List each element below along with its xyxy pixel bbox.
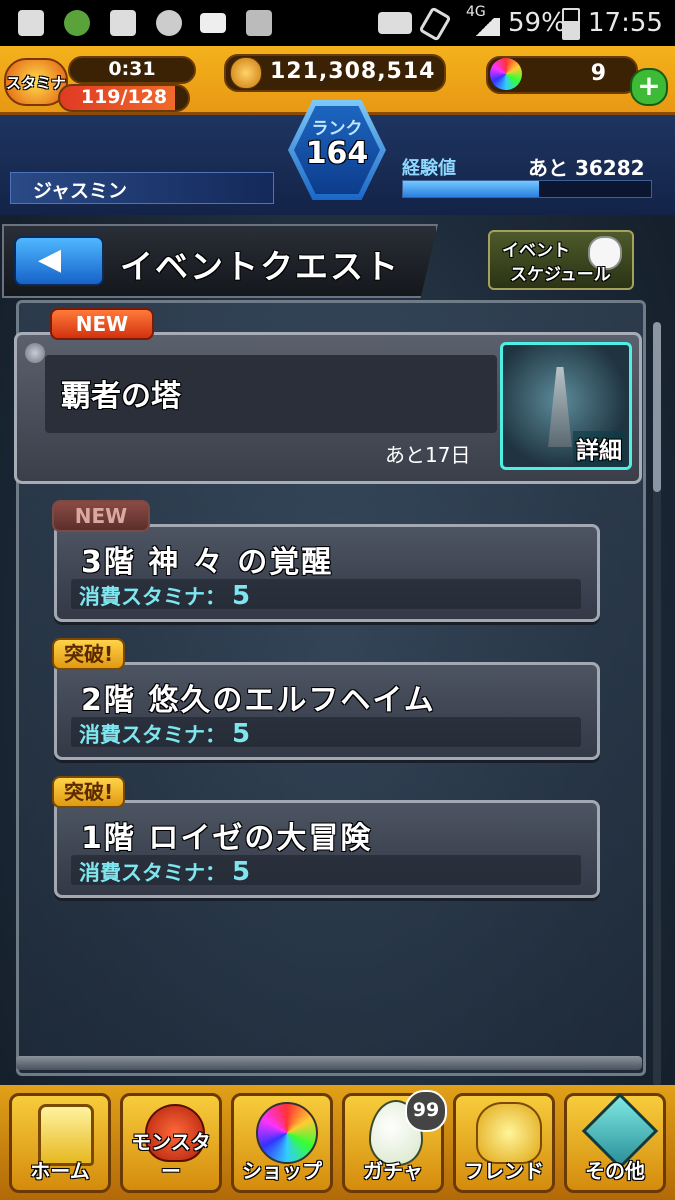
event-thumbnail[interactable]: 詳細: [500, 342, 632, 470]
clock: 17:55: [588, 8, 663, 38]
quest-title: 2階 悠久のエルフヘイム: [81, 683, 436, 718]
gallery-icon: [18, 10, 44, 36]
player-name: ジャスミン: [33, 180, 128, 202]
scrollbar[interactable]: [653, 322, 661, 1086]
back-arrow-icon: ◀: [38, 242, 62, 277]
coin-counter: 121,308,514: [224, 54, 446, 92]
quest-cost-label: 消費スタミナ：: [79, 861, 226, 885]
quest-cost-value: 5: [232, 857, 251, 887]
quest-badge-text: 突破!: [64, 642, 114, 666]
stamina-bar: 119/128: [58, 84, 190, 112]
stamina-value: 119/128: [80, 86, 168, 108]
news-icon: [110, 10, 136, 36]
status-bar: 4G 59% 17:55: [0, 0, 675, 46]
signal-icon: [470, 18, 500, 36]
panel-bottom-rail: [16, 1056, 642, 1070]
orb-count: 9: [590, 61, 606, 86]
gacha-count-badge: 99: [405, 1090, 447, 1132]
quest-title: 1階 ロイゼの大冒険: [81, 821, 373, 856]
quest-cost-label: 消費スタミナ：: [79, 723, 226, 747]
quest-cost-value: 5: [232, 719, 251, 749]
quest-badge-text: NEW: [74, 504, 128, 528]
orb-icon: [490, 58, 522, 90]
mail-icon: [200, 13, 226, 33]
nav-label: モンスター: [131, 1130, 211, 1183]
shield-app-icon: [64, 10, 90, 36]
quest-card[interactable]: 1階 ロイゼの大冒険 消費スタミナ： 5: [54, 800, 600, 898]
nav-label: ガチャ: [363, 1159, 423, 1183]
nav-egg-button[interactable]: ガチャ 99: [342, 1090, 447, 1193]
coin-icon: [230, 57, 262, 89]
quest-new-badge: NEW: [52, 500, 150, 532]
coin-value: 121,308,514: [270, 59, 436, 84]
rotate-icon: [418, 6, 452, 42]
quest-cost: 消費スタミナ： 5: [79, 581, 250, 611]
nav-label: ホーム: [30, 1159, 90, 1183]
add-orb-button[interactable]: +: [630, 68, 668, 106]
nav-friends-button[interactable]: フレンド: [453, 1093, 555, 1193]
event-name: 覇者の塔: [61, 379, 181, 414]
nav-monster-button[interactable]: モンスター: [120, 1093, 222, 1193]
nav-home-button[interactable]: ホーム: [9, 1093, 111, 1193]
event-new-badge-text: NEW: [75, 312, 129, 336]
exp-bar-fill: [403, 181, 540, 197]
rank-value: 164: [305, 136, 369, 171]
detail-label[interactable]: 詳細: [573, 431, 625, 465]
schedule-label-line1: イベント: [502, 241, 570, 261]
exp-remaining: あと 36282: [528, 156, 645, 180]
quest-card[interactable]: 2階 悠久のエルフヘイム 消費スタミナ： 5: [54, 662, 600, 760]
scrollbar-thumb[interactable]: [653, 322, 661, 492]
quest-title: 3階 神 々 の覚醒: [81, 545, 334, 580]
stamina-label: スタミナ: [6, 74, 67, 92]
event-new-badge: NEW: [50, 308, 154, 340]
event-schedule-button[interactable]: イベント スケジュール: [488, 230, 634, 290]
nav-other-button[interactable]: その他: [564, 1092, 666, 1193]
quest-cost: 消費スタミナ： 5: [79, 857, 250, 887]
exp-bar: [402, 180, 652, 198]
page-title: イベントクエスト: [120, 247, 400, 286]
exp-label: 経験値: [402, 158, 456, 179]
nav-orb-button[interactable]: ショップ: [231, 1093, 333, 1193]
battery-icon: [562, 8, 580, 40]
back-button[interactable]: ◀: [14, 236, 104, 286]
battery-percent: 59%: [508, 8, 566, 38]
nav-label: その他: [585, 1159, 645, 1183]
stamina-timer: 0:31: [108, 58, 156, 80]
tower-image-icon: [548, 367, 572, 447]
event-card-rivet: [25, 343, 45, 363]
quest-cost: 消費スタミナ： 5: [79, 719, 250, 749]
event-remaining: あと17日: [385, 443, 471, 467]
download-icon: [246, 10, 272, 36]
quest-cost-value: 5: [232, 581, 251, 611]
stamina-timer-pill: 0:31: [68, 56, 196, 84]
quest-badge-text: 突破!: [64, 780, 114, 804]
nav-label: ショップ: [242, 1159, 322, 1183]
quest-cost-label: 消費スタミナ：: [79, 585, 226, 609]
quest-breakthrough-badge: 突破!: [52, 638, 126, 670]
voicemail-icon: [378, 12, 412, 34]
quest-breakthrough-badge: 突破!: [52, 776, 126, 808]
nav-label: フレンド: [464, 1159, 544, 1183]
squirrel-icon: [156, 10, 182, 36]
orb-counter: 9: [486, 56, 638, 94]
schedule-label-line2: スケジュール: [510, 265, 611, 285]
quest-card[interactable]: 3階 神 々 の覚醒 消費スタミナ： 5: [54, 524, 600, 622]
player-name-plate: ジャスミン: [10, 172, 274, 204]
